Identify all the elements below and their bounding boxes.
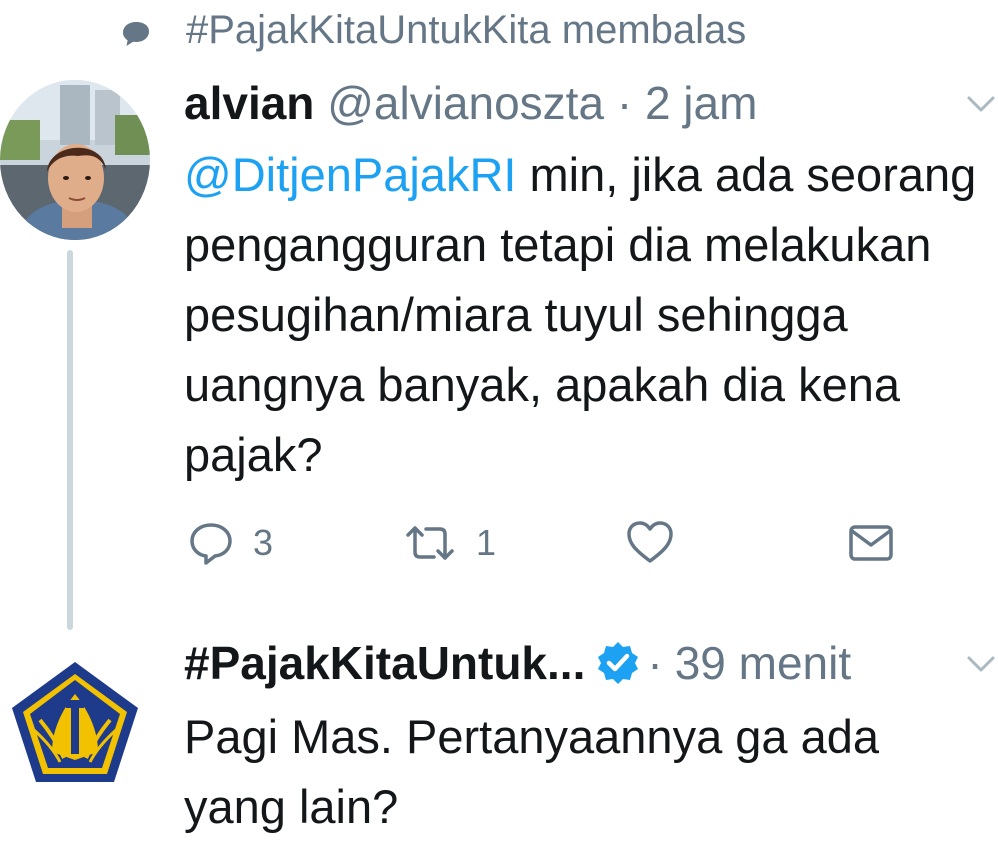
reply-context-text[interactable]: #PajakKitaUntukKita membalas	[186, 2, 746, 58]
retweet-button[interactable]: 1	[402, 515, 496, 571]
tweet2-header: #PajakKitaUntuk... · 39 menit	[184, 632, 851, 694]
avatar-pajak[interactable]	[0, 650, 150, 800]
reply-count: 3	[253, 522, 274, 563]
reply-button[interactable]: 3	[187, 515, 273, 571]
verified-badge-icon	[598, 642, 639, 684]
tweet1-header: alvian @alvianoszta · 2 jam	[184, 73, 757, 133]
tweet1-handle[interactable]: @alvianoszta	[327, 77, 604, 129]
thread-line	[67, 250, 73, 630]
tweet2-display-name[interactable]: #PajakKitaUntuk...	[184, 632, 585, 694]
speech-bubble-icon	[123, 22, 149, 46]
chevron-down-icon[interactable]	[966, 94, 996, 114]
tweet1-mention[interactable]: @DitjenPajakRI	[184, 148, 516, 201]
tweet2-separator: ·	[647, 637, 663, 689]
retweet-icon	[406, 526, 454, 560]
tweet2-text: Pagi Mas. Pertanyaannya ga ada yang lain…	[184, 710, 880, 833]
tweet1-display-name[interactable]: alvian	[184, 77, 314, 129]
avatar-alvian[interactable]	[0, 80, 150, 240]
envelope-icon	[849, 525, 893, 561]
retweet-count: 1	[476, 522, 497, 563]
like-button[interactable]	[625, 515, 675, 571]
tweet1-separator: ·	[616, 77, 633, 129]
tweet1-text: @DitjenPajakRI min, jika ada seorang pen…	[184, 140, 984, 490]
tweet2-time[interactable]: 39 menit	[675, 632, 851, 694]
reply-icon	[190, 523, 232, 565]
chevron-down-icon[interactable]	[966, 654, 996, 674]
heart-icon	[627, 521, 673, 563]
tweet1-time[interactable]: 2 jam	[645, 77, 757, 129]
direct-message-button[interactable]	[846, 515, 896, 571]
